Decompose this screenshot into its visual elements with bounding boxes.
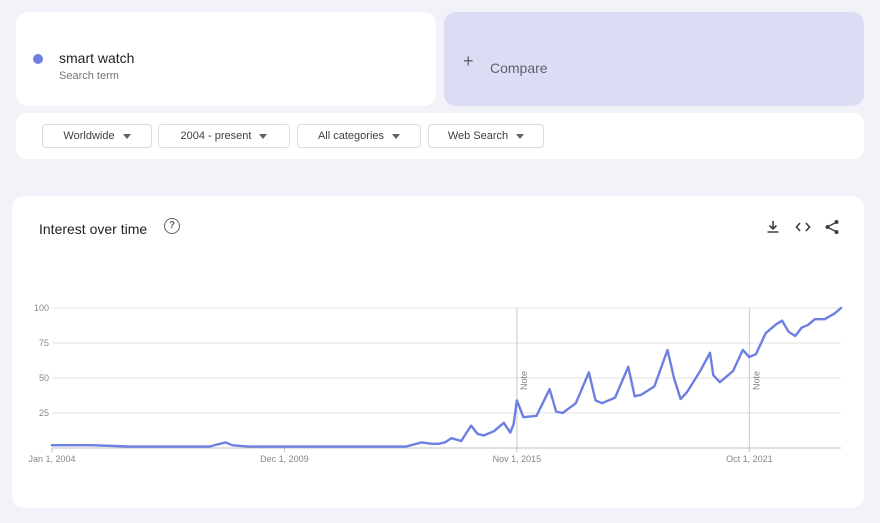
x-tick-label: Dec 1, 2009	[260, 454, 309, 464]
interest-over-time-panel: Interest over time ? 25 50 75 100 Note Note Ja…	[12, 196, 864, 508]
series-line	[50, 306, 843, 448]
plus-icon: +	[463, 51, 474, 71]
filter-time-range-label: 2004 - present	[180, 130, 252, 142]
filter-search-type[interactable]: Web Search	[428, 124, 544, 148]
search-term-sublabel: Search term	[59, 70, 119, 82]
x-tick-label: Jan 1, 2004	[28, 454, 75, 464]
caret-down-icon	[122, 133, 131, 139]
filter-category-label: All categories	[317, 130, 385, 142]
series-color-dot	[33, 54, 43, 64]
caret-down-icon	[392, 133, 401, 139]
caret-down-icon	[516, 133, 525, 139]
y-tick-label: 25	[39, 408, 49, 418]
y-tick-label: 100	[34, 303, 49, 313]
filter-region-label: Worldwide	[63, 130, 115, 142]
compare-label: Compare	[490, 60, 548, 76]
caret-down-icon	[259, 133, 268, 139]
filter-time-range[interactable]: 2004 - present	[158, 124, 290, 148]
x-tick-label: Oct 1, 2021	[726, 454, 773, 464]
y-tick-label: 50	[39, 373, 49, 383]
search-term-label[interactable]: smart watch	[59, 50, 134, 66]
page-frame: smart watch Search term + Compare Worldw…	[8, 6, 874, 516]
note-label: Note	[519, 371, 529, 390]
filter-bar: Worldwide 2004 - present All categories …	[16, 113, 864, 159]
interest-chart: 25 50 75 100 Note Note Jan 1, 2004 Dec 1, 2009 N…	[28, 303, 843, 464]
filter-category[interactable]: All categories	[297, 124, 421, 148]
note-label: Note	[751, 371, 761, 390]
x-tick-label: Nov 1, 2015	[493, 454, 542, 464]
filter-region[interactable]: Worldwide	[42, 124, 152, 148]
y-tick-label: 75	[39, 338, 49, 348]
filter-search-type-label: Web Search	[447, 130, 509, 142]
compare-button[interactable]: + Compare	[444, 12, 864, 106]
search-term-card[interactable]: smart watch Search term	[16, 12, 436, 106]
